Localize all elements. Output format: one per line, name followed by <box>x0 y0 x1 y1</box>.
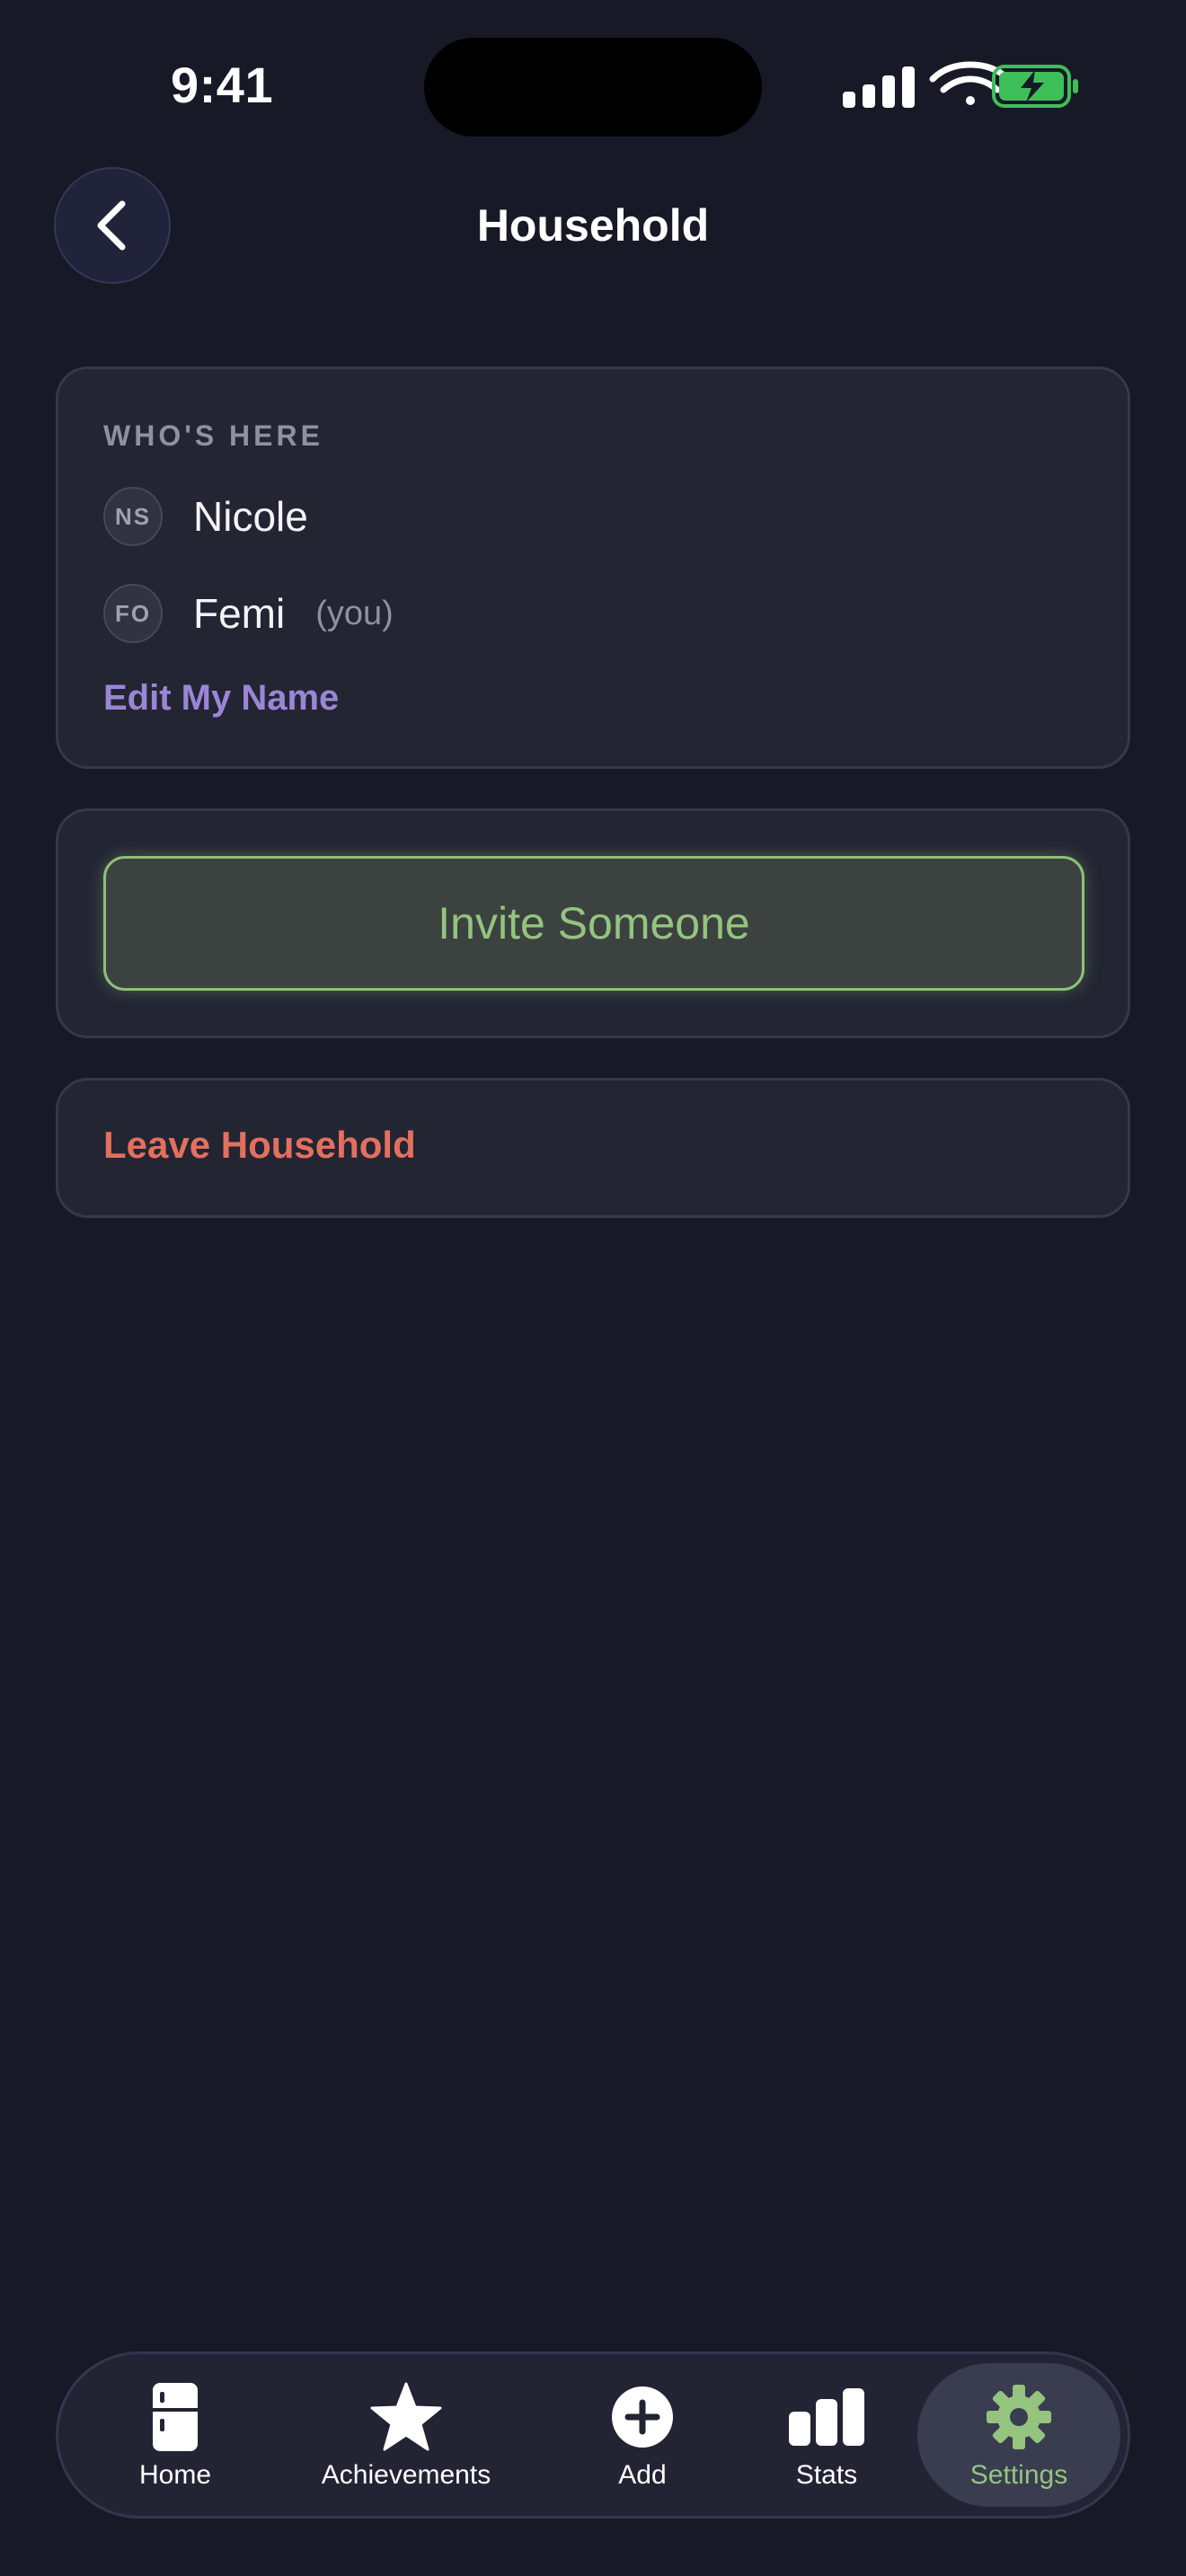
battery-charging-icon <box>992 65 1078 108</box>
tab-achievements[interactable]: Achievements <box>299 2363 513 2507</box>
page-title: Household <box>476 200 710 251</box>
leave-household-button[interactable]: Leave Household <box>103 1124 416 1167</box>
edit-my-name-link[interactable]: Edit My Name <box>103 678 339 719</box>
fridge-icon <box>151 2381 199 2453</box>
tab-label: Add <box>618 2460 667 2490</box>
tab-label: Stats <box>795 2460 858 2490</box>
gear-icon <box>985 2381 1053 2453</box>
tab-label: Home <box>138 2460 212 2490</box>
plus-circle-icon <box>610 2381 675 2453</box>
invite-someone-button[interactable]: Invite Someone <box>103 856 1084 991</box>
member-name: Femi <box>193 590 286 637</box>
section-label: WHO'S HERE <box>103 419 323 452</box>
member-row: NS Nicole <box>103 484 308 549</box>
dynamic-island <box>424 38 762 137</box>
star-icon <box>370 2381 442 2453</box>
tab-settings[interactable]: Settings <box>917 2363 1120 2507</box>
tab-home[interactable]: Home <box>121 2363 229 2507</box>
members-card: WHO'S HERE NS Nicole FO Femi (you) Edit … <box>56 366 1130 769</box>
signal-icon <box>843 66 915 108</box>
member-name: Nicole <box>193 493 308 540</box>
member-you-tag: (you) <box>315 594 394 632</box>
invite-card: Invite Someone <box>56 808 1130 1038</box>
member-row: FO Femi (you) <box>103 581 394 646</box>
avatar: FO <box>103 584 163 643</box>
tab-stats[interactable]: Stats <box>768 2363 885 2507</box>
bar-chart-icon <box>787 2381 866 2453</box>
status-time: 9:41 <box>171 57 274 113</box>
status-icons <box>837 61 1080 111</box>
tab-label: Settings <box>969 2460 1068 2490</box>
tab-add[interactable]: Add <box>589 2363 696 2507</box>
tab-label: Achievements <box>321 2460 491 2490</box>
leave-card[interactable]: Leave Household <box>56 1078 1130 1218</box>
tab-bar: Home Achievements Add Stats Settings <box>56 2351 1130 2519</box>
avatar: NS <box>103 487 163 546</box>
